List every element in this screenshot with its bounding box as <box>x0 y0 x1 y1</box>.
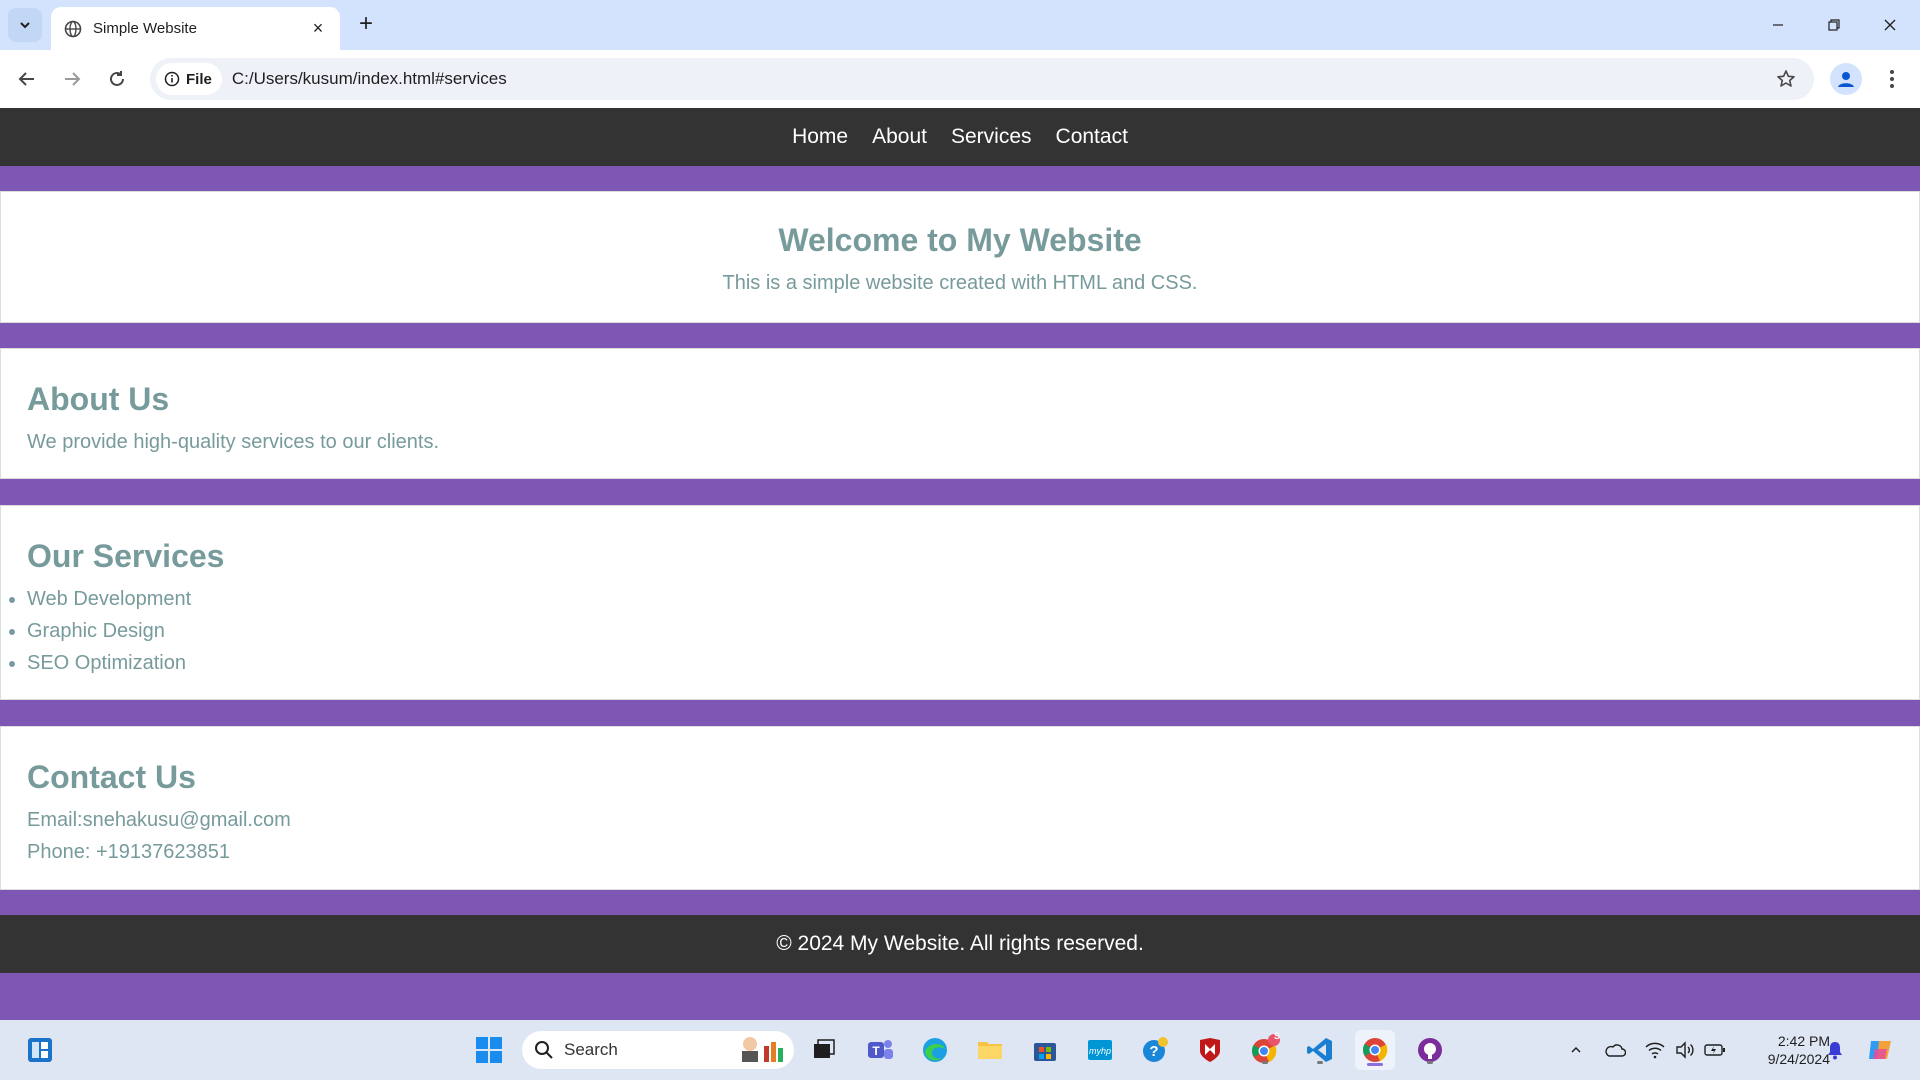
github-desktop-icon[interactable] <box>1410 1030 1450 1070</box>
restore-button[interactable] <box>1806 0 1862 50</box>
running-indicator <box>1427 1061 1433 1064</box>
about-title: About Us <box>27 381 170 417</box>
task-view-icon[interactable] <box>804 1030 844 1070</box>
chevron-up-icon[interactable] <box>1564 1038 1588 1062</box>
nav-link-home[interactable]: Home <box>792 125 848 149</box>
back-arrow-icon <box>18 72 34 86</box>
battery-icon[interactable] <box>1703 1038 1727 1062</box>
search-highlight-icon <box>736 1034 786 1067</box>
windows-start-icon[interactable] <box>469 1030 509 1070</box>
get-help-icon[interactable]: ? <box>1135 1030 1175 1070</box>
nav-link-about[interactable]: About <box>872 125 927 149</box>
reload-button[interactable] <box>100 62 134 96</box>
services-title: Our Services <box>27 538 225 574</box>
address-bar[interactable]: File C:/Users/kusum/index.html#services <box>150 58 1814 100</box>
minimize-button[interactable] <box>1750 0 1806 50</box>
list-item: Web Development <box>27 583 1919 615</box>
site-footer: © 2024 My Website. All rights reserved. <box>0 915 1920 973</box>
bookmark-star-icon[interactable] <box>1768 61 1804 97</box>
tab-title: Simple Website <box>93 20 197 37</box>
site-info-chip[interactable]: File <box>156 63 222 95</box>
close-icon <box>1884 19 1896 31</box>
file-explorer-icon[interactable] <box>970 1030 1010 1070</box>
contact-section: Contact Us Email:snehakusu@gmail.com Pho… <box>0 726 1920 890</box>
chrome-profile-icon[interactable]: S <box>1245 1030 1285 1070</box>
vscode-icon[interactable] <box>1300 1030 1340 1070</box>
chrome-badge: S <box>1274 1031 1281 1041</box>
tab-search-button[interactable] <box>8 8 42 42</box>
hero-section: Welcome to My Website This is a simple w… <box>0 191 1920 323</box>
services-section: Our Services Web Development Graphic Des… <box>0 505 1920 700</box>
svg-text:T: T <box>872 1044 880 1058</box>
mcafee-icon[interactable] <box>1190 1030 1230 1070</box>
minimize-icon <box>1773 24 1783 26</box>
site-nav: Home About Services Contact <box>0 108 1920 166</box>
close-window-button[interactable] <box>1862 0 1918 50</box>
clock-time: 2:42 PM <box>1777 1033 1830 1049</box>
onedrive-icon[interactable] <box>1603 1038 1627 1062</box>
active-indicator <box>1367 1063 1383 1066</box>
contact-phone: Phone: +19137623851 <box>27 841 230 863</box>
services-list: Web Development Graphic Design SEO Optim… <box>27 583 1919 679</box>
teams-icon[interactable]: T <box>860 1030 900 1070</box>
contact-title: Contact Us <box>27 759 196 795</box>
browser-tab[interactable]: Simple Website × <box>51 7 340 50</box>
taskbar: Search T myhp ? S 2:42 PM 9/24/2024 <box>0 1020 1920 1080</box>
svg-text:myhp: myhp <box>1089 1046 1111 1056</box>
widgets-icon[interactable] <box>20 1030 60 1070</box>
close-tab-icon[interactable]: × <box>308 18 328 39</box>
new-tab-button[interactable]: + <box>352 10 380 38</box>
running-indicator <box>1262 1061 1268 1064</box>
copilot-icon[interactable] <box>1860 1030 1900 1070</box>
hero-title: Welcome to My Website <box>778 222 1142 258</box>
profile-avatar-icon[interactable] <box>1830 63 1862 95</box>
restore-icon <box>1828 19 1840 31</box>
list-item: Graphic Design <box>27 615 1919 647</box>
info-icon <box>164 71 180 87</box>
hero-subtitle: This is a simple website created with HT… <box>722 272 1198 294</box>
chrome-icon[interactable] <box>1355 1030 1395 1070</box>
edge-icon[interactable] <box>915 1030 955 1070</box>
volume-icon[interactable] <box>1673 1038 1697 1062</box>
browser-tab-bar: Simple Website × + <box>0 0 1920 50</box>
forward-button[interactable] <box>55 62 89 96</box>
taskbar-search[interactable]: Search <box>522 1031 794 1069</box>
globe-icon <box>63 19 83 39</box>
chevron-down-icon <box>20 22 30 29</box>
site-info-label: File <box>186 70 212 88</box>
reload-icon <box>110 71 124 86</box>
url-text[interactable]: C:/Users/kusum/index.html#services <box>232 69 1768 89</box>
running-indicator <box>1317 1061 1323 1064</box>
back-button[interactable] <box>10 62 44 96</box>
myhp-icon[interactable]: myhp <box>1080 1030 1120 1070</box>
web-page: Home About Services Contact Welcome to M… <box>0 108 1920 1020</box>
about-text: We provide high-quality services to our … <box>27 431 440 453</box>
svg-text:?: ? <box>1149 1043 1158 1060</box>
about-section: About Us We provide high-quality service… <box>0 348 1920 479</box>
clock-date: 9/24/2024 <box>1767 1051 1830 1067</box>
taskbar-clock[interactable]: 2:42 PM 9/24/2024 <box>1738 1032 1830 1068</box>
search-icon <box>535 1041 553 1059</box>
contact-email: Email:snehakusu@gmail.com <box>27 809 291 831</box>
search-placeholder: Search <box>564 1040 618 1059</box>
browser-menu-icon[interactable] <box>1876 63 1908 95</box>
forward-arrow-icon <box>65 72 81 86</box>
wifi-icon[interactable] <box>1643 1038 1667 1062</box>
microsoft-store-icon[interactable] <box>1025 1030 1065 1070</box>
notification-bell-icon[interactable] <box>1823 1038 1847 1062</box>
list-item: SEO Optimization <box>27 647 1919 679</box>
browser-toolbar: File C:/Users/kusum/index.html#services <box>0 50 1920 108</box>
nav-link-services[interactable]: Services <box>951 125 1032 149</box>
nav-link-contact[interactable]: Contact <box>1056 125 1128 149</box>
